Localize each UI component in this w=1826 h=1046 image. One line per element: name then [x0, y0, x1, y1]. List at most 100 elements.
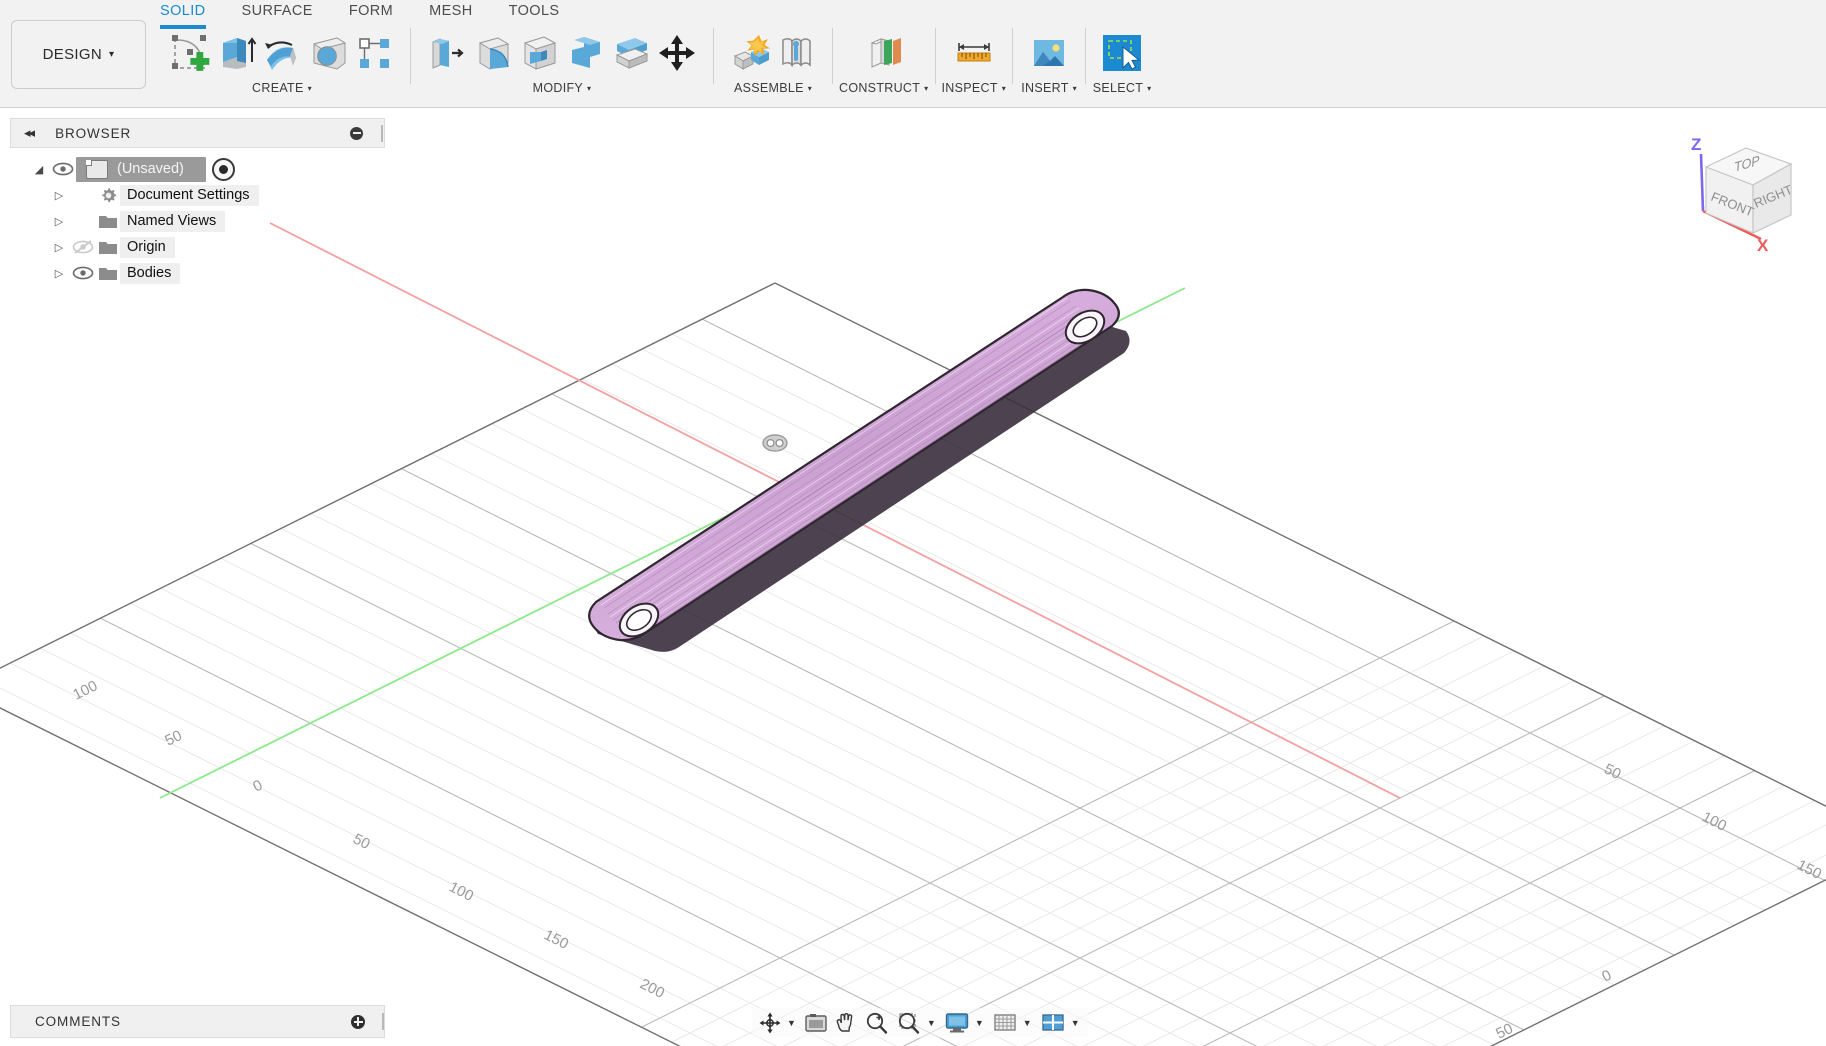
tree-item-bodies[interactable]: ▷ Bodies	[10, 260, 385, 286]
svg-text:0: 0	[1599, 967, 1614, 986]
display-settings-icon[interactable]	[942, 1011, 972, 1035]
comments-title: COMMENTS	[35, 1014, 121, 1029]
chevron-down-icon: ▾	[1072, 84, 1077, 93]
svg-text:50: 50	[162, 727, 184, 750]
view-navigation-bar: ▼ ▼ ▼ ▼ ▼	[752, 1008, 1088, 1038]
viewports-icon[interactable]	[1038, 1011, 1068, 1035]
chevron-down-icon[interactable]: ▼	[1071, 1018, 1080, 1028]
chevron-down-icon[interactable]: ▼	[1023, 1018, 1032, 1028]
visibility-eye-icon[interactable]	[50, 162, 76, 176]
ribbon-separator	[1085, 28, 1087, 84]
tree-item-origin[interactable]: ▷ Origin	[10, 234, 385, 260]
expand-arrow-icon[interactable]: ▷	[48, 241, 70, 254]
z-axis-indicator	[1699, 153, 1705, 212]
visibility-eye-off-icon[interactable]	[70, 240, 96, 254]
orbit-icon[interactable]	[756, 1011, 784, 1035]
pattern-icon[interactable]	[351, 30, 397, 76]
look-at-icon[interactable]	[802, 1012, 830, 1034]
workspace-switcher-button[interactable]: DESIGN ▾	[11, 20, 146, 89]
split-face-icon[interactable]	[608, 30, 654, 76]
collapse-panel-icon[interactable]: ◂◂	[24, 125, 35, 141]
shell-icon[interactable]	[516, 30, 562, 76]
z-axis-label: Z	[1691, 135, 1701, 154]
combine-icon[interactable]	[562, 30, 608, 76]
select-window-icon[interactable]	[1099, 30, 1145, 76]
browser-tree: ◢ (Unsaved) ▷ Document Settings ▷ Named …	[10, 148, 385, 286]
link-bar-body	[588, 288, 1130, 652]
ribbon-group-label-insert[interactable]: INSERT ▾	[1021, 81, 1077, 95]
ribbon-group-create: CREATE ▾	[160, 26, 404, 95]
ribbon-tabs: SOLID SURFACE FORM MESH TOOLS	[160, 0, 596, 29]
browser-pin-icon[interactable]	[350, 126, 363, 140]
ribbon-separator	[713, 28, 714, 84]
ribbon-separator	[934, 28, 936, 84]
extrude-icon[interactable]	[213, 30, 259, 76]
ribbon-separator	[410, 28, 411, 84]
folder-icon	[96, 265, 120, 282]
chevron-down-icon: ▾	[1001, 84, 1007, 93]
revolve-icon[interactable]	[259, 30, 305, 76]
expand-arrow-icon[interactable]: ▷	[48, 189, 70, 202]
tab-form[interactable]: FORM	[349, 0, 393, 25]
tree-item-unsaved[interactable]: ◢ (Unsaved)	[10, 156, 385, 182]
tab-tools[interactable]: TOOLS	[509, 0, 560, 25]
move-copy-icon[interactable]	[654, 30, 700, 76]
svg-text:150: 150	[1794, 856, 1824, 883]
chevron-down-icon: ▾	[924, 84, 929, 93]
new-component-icon[interactable]	[727, 30, 773, 76]
tree-item-label: Named Views	[120, 210, 226, 232]
chevron-down-icon[interactable]: ▼	[927, 1018, 936, 1028]
create-sketch-icon[interactable]	[167, 30, 213, 76]
ribbon-group-label-create[interactable]: CREATE ▾	[252, 81, 312, 95]
offset-plane-icon[interactable]	[861, 30, 907, 76]
zoom-icon[interactable]	[862, 1011, 892, 1035]
tree-item-document-settings[interactable]: ▷ Document Settings	[10, 182, 385, 208]
ribbon-group-label-assemble[interactable]: ASSEMBLE ▾	[734, 81, 812, 95]
joint-icon[interactable]	[773, 30, 819, 76]
svg-text:50: 50	[1601, 760, 1624, 783]
tree-item-named-views[interactable]: ▷ Named Views	[10, 208, 385, 234]
measure-icon[interactable]	[951, 30, 997, 76]
chevron-down-icon: ▾	[307, 84, 312, 93]
pan-icon[interactable]	[832, 1011, 860, 1035]
ribbon-panels: CREATE ▾ MODIFY ▾ ASSEMBLE ▾ CONSTRUCT ▾…	[160, 26, 1152, 106]
panel-resize-handle[interactable]	[381, 124, 383, 142]
sweep-icon[interactable]	[305, 30, 351, 76]
svg-text:100: 100	[70, 677, 100, 703]
add-comment-icon[interactable]	[351, 1014, 365, 1029]
chevron-down-icon[interactable]: ▼	[975, 1018, 984, 1028]
ribbon-group-label-construct[interactable]: CONSTRUCT ▾	[839, 81, 929, 95]
tab-surface[interactable]: SURFACE	[242, 0, 313, 25]
chevron-down-icon: ▾	[807, 84, 813, 93]
svg-text:50: 50	[350, 830, 373, 853]
folder-icon	[96, 239, 120, 256]
document-icon	[86, 159, 108, 179]
tab-solid[interactable]: SOLID	[160, 0, 206, 29]
ribbon-group-label-select[interactable]: SELECT ▾	[1093, 81, 1152, 95]
tab-mesh[interactable]: MESH	[429, 0, 473, 25]
view-cube[interactable]: Z X TOP FRONT RIGHT	[1668, 118, 1818, 255]
ribbon-group-assemble: ASSEMBLE ▾	[720, 26, 826, 95]
grid-snaps-icon[interactable]	[990, 1011, 1020, 1035]
visibility-eye-icon[interactable]	[70, 266, 96, 280]
expand-arrow-icon[interactable]: ◢	[28, 163, 50, 176]
expand-arrow-icon[interactable]: ▷	[48, 267, 70, 280]
ribbon-group-inspect: INSPECT ▾	[942, 26, 1007, 95]
ribbon-group-label-modify[interactable]: MODIFY ▾	[533, 81, 592, 95]
folder-icon	[96, 213, 120, 230]
insert-image-icon[interactable]	[1026, 30, 1072, 76]
browser-header: ◂◂ BROWSER	[10, 118, 385, 148]
panel-resize-handle[interactable]	[382, 1013, 384, 1030]
expand-arrow-icon[interactable]: ▷	[48, 215, 70, 228]
press-pull-icon[interactable]	[424, 30, 470, 76]
comments-panel[interactable]: COMMENTS	[10, 1005, 385, 1038]
fillet-icon[interactable]	[470, 30, 516, 76]
activate-component-radio[interactable]	[211, 157, 235, 181]
browser-panel: ◂◂ BROWSER ◢ (Unsaved) ▷ Document Settin…	[10, 118, 385, 286]
ribbon-group-label-inspect[interactable]: INSPECT ▾	[942, 81, 1007, 95]
chevron-down-icon[interactable]: ▼	[787, 1018, 796, 1028]
svg-text:100: 100	[446, 878, 476, 905]
chevron-down-icon: ▾	[587, 84, 592, 93]
zoom-window-icon[interactable]	[894, 1011, 924, 1035]
tree-item-label: Document Settings	[120, 184, 259, 206]
